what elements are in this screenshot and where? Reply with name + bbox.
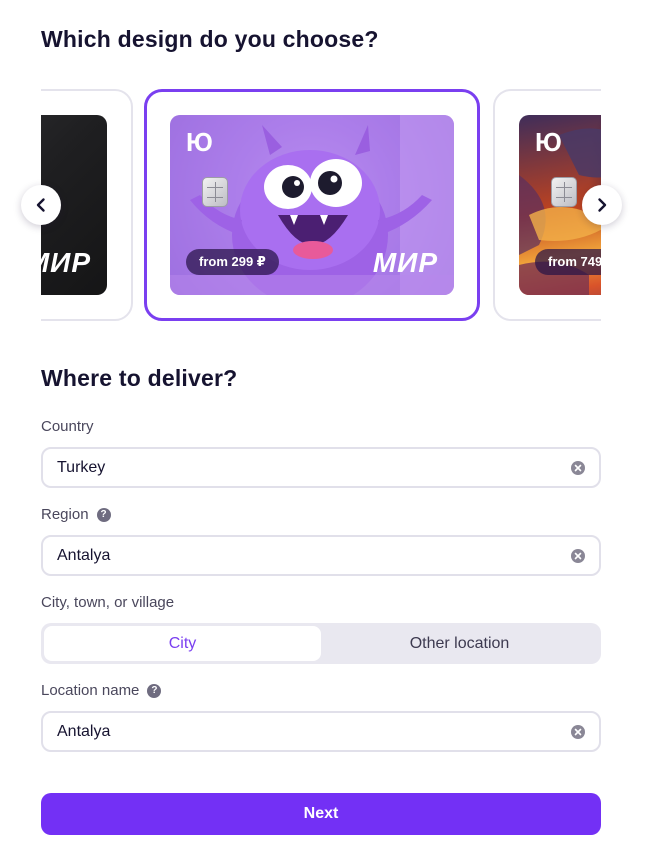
card-option-monster[interactable]: Ю from 299 ₽ МИР — [144, 89, 480, 321]
region-field[interactable] — [41, 535, 601, 576]
yoomoney-logo: Ю — [535, 127, 562, 157]
region-input[interactable] — [57, 546, 571, 565]
chip-icon — [551, 177, 577, 207]
location-name-label-text: Location name — [41, 682, 140, 699]
help-icon[interactable]: ? — [96, 507, 111, 522]
location-name-input[interactable] — [57, 722, 571, 741]
chevron-left-icon — [36, 198, 45, 212]
price-badge: from 299 ₽ — [186, 249, 279, 275]
settlement-option-city[interactable]: City — [44, 626, 321, 661]
settlement-label-text: City, town, or village — [41, 594, 175, 611]
chip-icon — [202, 177, 228, 207]
country-field[interactable] — [41, 447, 601, 488]
price-badge: from 749 — [535, 249, 601, 275]
location-name-field[interactable] — [41, 711, 601, 752]
delivery-title: Where to deliver? — [41, 365, 238, 391]
location-name-label: Location name ? — [41, 682, 162, 699]
carousel-prev-button[interactable] — [21, 185, 61, 225]
next-button[interactable]: Next — [41, 793, 601, 835]
mir-logo: МИР — [372, 247, 438, 278]
chevron-right-icon — [598, 198, 607, 212]
country-label: Country — [41, 418, 94, 435]
country-label-text: Country — [41, 418, 94, 435]
design-title: Which design do you choose? — [41, 26, 379, 52]
yoomoney-logo: Ю — [186, 127, 213, 157]
region-label: Region ? — [41, 506, 111, 523]
card-image-monster: Ю from 299 ₽ МИР — [170, 115, 454, 295]
clear-icon[interactable] — [571, 460, 585, 475]
settlement-option-other[interactable]: Other location — [321, 626, 598, 661]
help-icon[interactable]: ? — [147, 683, 162, 698]
settlement-label: City, town, or village — [41, 594, 174, 611]
country-input[interactable] — [57, 458, 571, 477]
region-label-text: Region — [41, 506, 89, 523]
card-design-carousel: МИР — [41, 88, 601, 324]
clear-icon[interactable] — [571, 724, 585, 739]
mir-logo: МИР — [41, 247, 91, 278]
settlement-type-toggle: City Other location — [41, 623, 601, 664]
carousel-next-button[interactable] — [582, 185, 622, 225]
clear-icon[interactable] — [571, 548, 585, 563]
